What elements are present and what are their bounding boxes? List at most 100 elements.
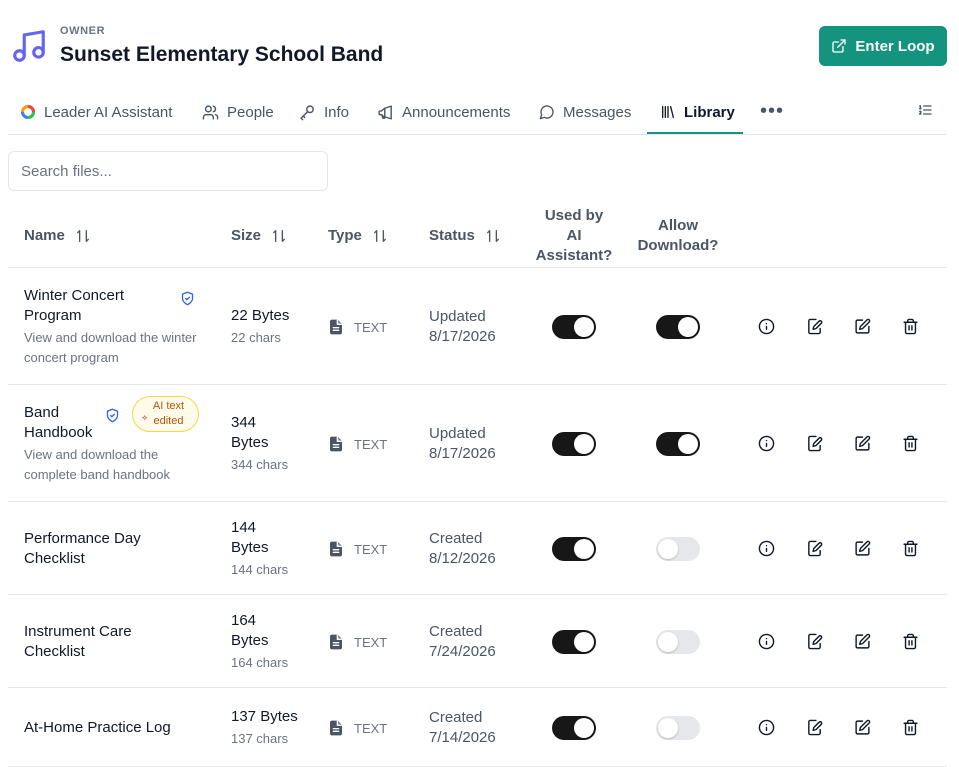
used-by-ai-toggle[interactable] bbox=[552, 716, 596, 740]
edit-icon bbox=[855, 318, 871, 334]
column-label: Download? bbox=[637, 236, 719, 254]
toggle-knob bbox=[658, 718, 678, 738]
file-name[interactable]: Checklist bbox=[24, 549, 214, 569]
verified-shield-icon bbox=[180, 291, 195, 311]
file-size-cell: 344 Bytes 344 chars bbox=[231, 413, 311, 474]
tab-label: Messages bbox=[563, 103, 632, 121]
allow-download-toggle[interactable] bbox=[656, 315, 700, 339]
page-title: Sunset Elementary School Band bbox=[60, 43, 384, 66]
edit-text-button[interactable] bbox=[806, 540, 824, 558]
file-size-cell: 144 Bytes 144 chars bbox=[231, 518, 311, 579]
trash-icon bbox=[903, 435, 918, 452]
edit-text-button[interactable] bbox=[806, 633, 824, 651]
file-name[interactable]: Checklist bbox=[24, 642, 214, 662]
edit-button[interactable] bbox=[854, 318, 872, 336]
toggle-knob bbox=[678, 317, 698, 337]
column-label: Assistant? bbox=[535, 246, 613, 264]
char-count: 164 chars bbox=[231, 655, 289, 670]
tab-info[interactable]: Info bbox=[299, 90, 349, 134]
delete-button[interactable] bbox=[902, 318, 920, 336]
list-view-icon[interactable] bbox=[917, 102, 933, 118]
column-header-used-by-ai: Used by AI Assistant? bbox=[532, 203, 616, 268]
used-by-ai-toggle[interactable] bbox=[552, 432, 596, 456]
shield-icon bbox=[106, 408, 119, 423]
file-name[interactable]: Performance Day bbox=[24, 529, 214, 549]
allow-download-toggle[interactable] bbox=[656, 716, 700, 740]
char-count: 144 chars bbox=[231, 562, 289, 577]
edit-text-button[interactable] bbox=[806, 719, 824, 737]
tab-library[interactable]: Library bbox=[660, 90, 735, 134]
shield-icon bbox=[181, 291, 194, 306]
table-row: Band Handbook View and download the complet… bbox=[8, 385, 947, 502]
info-icon bbox=[758, 435, 775, 452]
search-input[interactable] bbox=[8, 151, 328, 191]
tab-label: Info bbox=[324, 103, 350, 121]
column-header-name[interactable]: Name bbox=[24, 203, 91, 268]
file-type: TEXT bbox=[354, 436, 388, 452]
chat-bubble-icon bbox=[539, 105, 554, 120]
edit-text-button[interactable] bbox=[806, 435, 824, 453]
info-icon bbox=[758, 719, 775, 736]
library-icon bbox=[662, 106, 674, 118]
file-status-cell: Updated 8/17/2026 bbox=[429, 424, 496, 464]
delete-button[interactable] bbox=[902, 719, 920, 737]
edit-button[interactable] bbox=[854, 435, 872, 453]
tab-messages[interactable]: Messages bbox=[539, 90, 631, 134]
sort-icon bbox=[486, 229, 499, 242]
file-name-cell: At-Home Practice Log bbox=[24, 718, 214, 738]
file-status-cell: Created 8/12/2026 bbox=[429, 529, 496, 569]
used-by-ai-toggle[interactable] bbox=[552, 315, 596, 339]
file-status: Created bbox=[429, 709, 483, 726]
info-button[interactable] bbox=[758, 719, 776, 737]
delete-button[interactable] bbox=[902, 633, 920, 651]
edit-text-icon bbox=[808, 719, 823, 736]
info-button[interactable] bbox=[758, 633, 776, 651]
delete-button[interactable] bbox=[902, 540, 920, 558]
allow-download-toggle[interactable] bbox=[656, 630, 700, 654]
edit-button[interactable] bbox=[854, 719, 872, 737]
info-button[interactable] bbox=[758, 435, 776, 453]
file-size: 137 Bytes bbox=[231, 708, 298, 725]
edit-button[interactable] bbox=[854, 633, 872, 651]
file-size: 144 bbox=[231, 519, 257, 536]
info-button[interactable] bbox=[758, 540, 776, 558]
file-type-cell: TEXT bbox=[328, 633, 387, 651]
allow-download-toggle[interactable] bbox=[656, 537, 700, 561]
column-header-status[interactable]: Status bbox=[429, 203, 501, 268]
delete-button[interactable] bbox=[902, 435, 920, 453]
tab-leader-ai-assistant[interactable]: Leader AI Assistant bbox=[20, 90, 172, 134]
column-header-size[interactable]: Size bbox=[231, 203, 287, 268]
file-size: Bytes bbox=[231, 539, 269, 556]
info-icon bbox=[758, 318, 775, 335]
used-by-ai-toggle[interactable] bbox=[552, 630, 596, 654]
column-label: Type bbox=[328, 227, 362, 244]
file-description: concert program bbox=[24, 350, 119, 365]
edit-text-button[interactable] bbox=[806, 318, 824, 336]
tab-label: Library bbox=[684, 103, 735, 121]
text-file-icon bbox=[330, 436, 342, 452]
file-status-cell: Created 7/14/2026 bbox=[429, 708, 496, 748]
table-row: Performance Day Checklist 144 Bytes 144 char… bbox=[8, 502, 947, 595]
tab-people[interactable]: People bbox=[202, 90, 274, 134]
info-button[interactable] bbox=[758, 318, 776, 336]
file-name[interactable]: At-Home Practice Log bbox=[24, 718, 214, 738]
edit-button[interactable] bbox=[854, 540, 872, 558]
allow-download-toggle[interactable] bbox=[656, 432, 700, 456]
edit-icon bbox=[855, 719, 871, 735]
edit-icon bbox=[855, 540, 871, 556]
active-tab-indicator bbox=[647, 132, 743, 134]
file-type: TEXT bbox=[354, 541, 388, 557]
toggle-knob bbox=[574, 632, 594, 652]
enter-loop-button[interactable]: Enter Loop bbox=[819, 26, 947, 66]
column-header-type[interactable]: Type bbox=[328, 203, 388, 268]
file-size-cell: 164 Bytes 164 chars bbox=[231, 611, 311, 672]
used-by-ai-toggle[interactable] bbox=[552, 537, 596, 561]
file-size: Bytes bbox=[231, 632, 269, 649]
tab-announcements[interactable]: Announcements bbox=[377, 90, 510, 134]
char-count: 137 chars bbox=[231, 731, 289, 746]
file-name[interactable]: Instrument Care bbox=[24, 622, 214, 642]
column-label: Used by bbox=[544, 206, 604, 224]
text-file-icon bbox=[330, 541, 342, 557]
more-tabs-icon[interactable]: ••• bbox=[760, 100, 784, 123]
trash-icon bbox=[903, 633, 918, 650]
